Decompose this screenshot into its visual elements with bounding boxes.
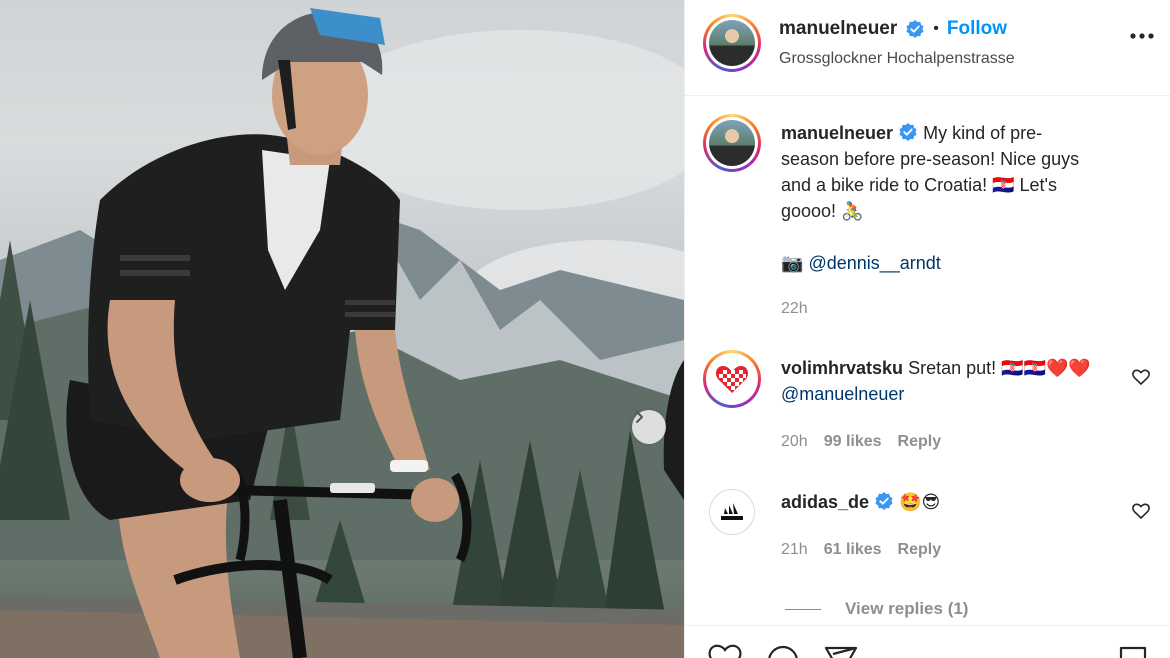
chevron-right-icon — [636, 411, 643, 423]
comment-timestamp[interactable]: 21h — [781, 541, 808, 558]
caption-author-avatar[interactable] — [703, 114, 761, 172]
view-replies-button[interactable]: View replies (1) — [785, 599, 968, 619]
verified-badge-icon — [899, 123, 917, 141]
caption-line-2: season before pre-season! Nice guys — [781, 149, 1080, 169]
comment-timestamp[interactable]: 20h — [781, 433, 808, 450]
comment-body: Sretan put! 🇭🇷🇭🇷❤️❤️ — [908, 358, 1091, 378]
comment-mention[interactable]: @manuelneuer — [781, 381, 1121, 407]
reply-button[interactable]: Reply — [898, 541, 942, 558]
photographer-mention[interactable]: @dennis__arndt — [808, 253, 940, 273]
post-location[interactable]: Grossglockner Hochalpenstrasse — [779, 50, 1015, 68]
verified-badge-icon — [875, 492, 893, 510]
commenter-avatar[interactable] — [709, 489, 755, 535]
more-options-icon[interactable] — [1129, 32, 1155, 40]
comment-meta: 20h 99 likes Reply — [781, 433, 941, 451]
reply-button[interactable]: Reply — [898, 433, 942, 450]
next-photo-button[interactable] — [632, 410, 666, 444]
comment-text: volimhrvatsku Sretan put! 🇭🇷🇭🇷❤️❤️ @manu… — [781, 355, 1121, 407]
author-avatar[interactable] — [703, 14, 761, 72]
comment-likes[interactable]: 99 likes — [824, 433, 882, 450]
checkered-heart-logo — [715, 366, 749, 393]
commenter-avatar[interactable] — [703, 350, 761, 408]
caption-text: manuelneuer My kind of pre- season befor… — [781, 120, 1151, 276]
caption-timestamp[interactable]: 22h — [781, 300, 808, 318]
caption-line-4: goooo! 🚴 — [781, 201, 864, 221]
replies-divider — [785, 608, 821, 610]
comment-username[interactable]: adidas_de — [781, 492, 869, 512]
heart-icon[interactable] — [707, 644, 743, 658]
comment-body: 🤩😎 — [899, 492, 941, 512]
caption-line-1: My kind of pre- — [923, 123, 1043, 143]
post-details-panel: manuelneuer • Follow Grossglockner Hocha… — [684, 0, 1170, 658]
header-separator: • — [933, 20, 939, 37]
comment-username[interactable]: volimhrvatsku — [781, 358, 903, 378]
like-comment-heart-icon[interactable] — [1132, 503, 1150, 519]
bookmark-icon[interactable] — [1117, 644, 1149, 658]
header-title-row: manuelneuer • Follow — [779, 18, 1007, 40]
adidas-logo — [721, 503, 743, 520]
author-username[interactable]: manuelneuer — [779, 18, 897, 40]
verified-badge-icon — [906, 20, 924, 38]
caption-username[interactable]: manuelneuer — [781, 123, 893, 143]
caption-line-3: and a bike ride to Croatia! 🇭🇷 Let's — [781, 175, 1057, 195]
follow-button[interactable]: Follow — [947, 18, 1007, 40]
comment-likes[interactable]: 61 likes — [824, 541, 882, 558]
like-comment-heart-icon[interactable] — [1132, 369, 1150, 385]
post-header: manuelneuer • Follow Grossglockner Hocha… — [685, 0, 1170, 96]
comment-meta: 21h 61 likes Reply — [781, 541, 941, 559]
view-replies-label: View replies (1) — [845, 599, 969, 618]
cyclist-photo-illustration — [0, 8, 684, 658]
share-icon[interactable] — [823, 644, 859, 658]
camera-icon: 📷 — [781, 253, 804, 273]
comment-icon[interactable] — [765, 644, 801, 658]
post-photo[interactable] — [0, 0, 684, 658]
action-bar — [685, 625, 1170, 658]
comment-text: adidas_de 🤩😎 — [781, 489, 1121, 515]
